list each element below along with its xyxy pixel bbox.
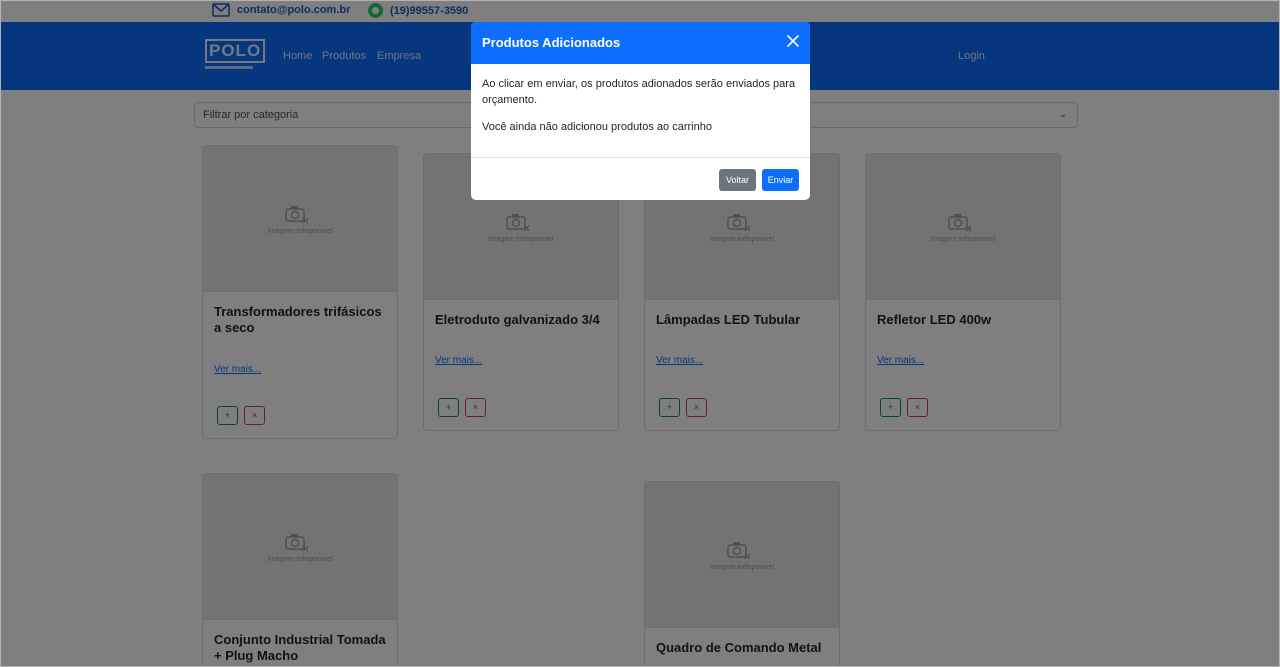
modal-info-text: Ao clicar em enviar, os produtos adionad… — [482, 78, 796, 106]
modal-footer: Voltar Enviar — [471, 157, 810, 200]
modal-header: Produtos Adicionados — [471, 22, 810, 64]
back-button[interactable]: Voltar — [719, 169, 756, 191]
modal-empty-cart-text: Você ainda não adicionou produtos ao car… — [482, 121, 712, 133]
cart-modal: Produtos Adicionados Ao clicar em enviar… — [471, 22, 810, 200]
modal-body: Ao clicar em enviar, os produtos adionad… — [471, 64, 810, 135]
modal-title: Produtos Adicionados — [482, 35, 621, 50]
close-icon[interactable] — [786, 34, 800, 48]
send-button[interactable]: Enviar — [762, 169, 799, 191]
